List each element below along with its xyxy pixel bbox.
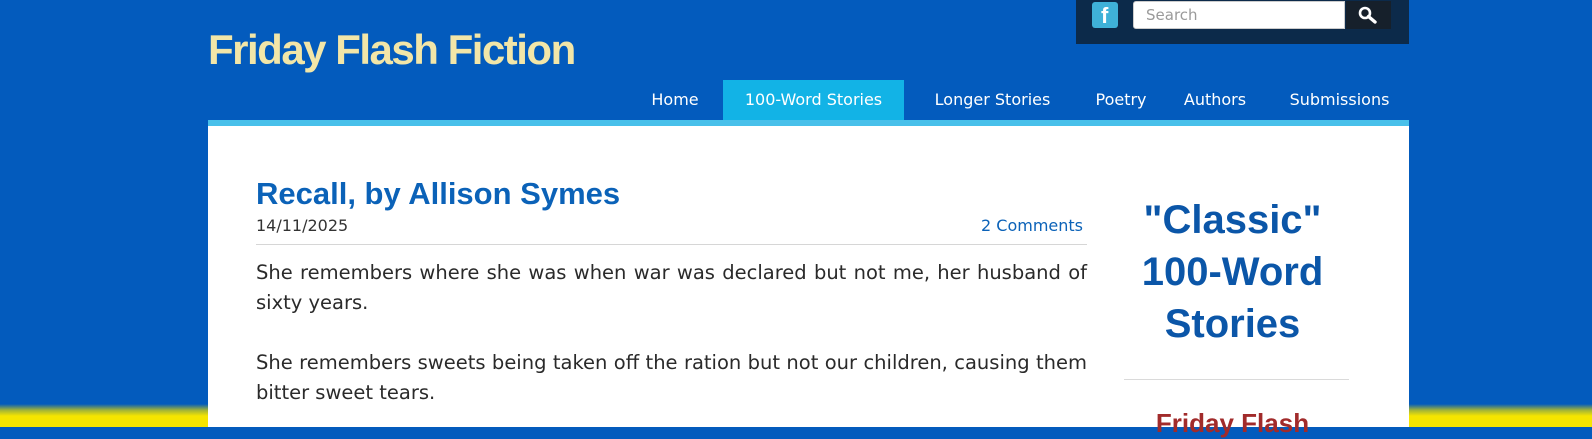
content-area: Recall, by Allison Symes 14/11/2025 2 Co… — [208, 126, 1409, 438]
sidebar-heading: "Classic" 100-Word Stories — [1141, 198, 1324, 346]
facebook-glyph: f — [1101, 3, 1109, 28]
site-title[interactable]: Friday Flash Fiction — [208, 26, 576, 74]
top-bar: f — [1076, 0, 1409, 44]
sidebar-divider — [1124, 379, 1349, 380]
nav-authors[interactable]: Authors — [1175, 80, 1255, 120]
nav-poetry[interactable]: Poetry — [1086, 80, 1156, 120]
magnifier-icon — [1358, 6, 1377, 24]
post-paragraph: She remembers where she was when war was… — [256, 261, 1087, 314]
post-date: 14/11/2025 — [256, 216, 349, 235]
sidebar-subheading: Friday Flash — [1155, 408, 1310, 438]
nav-longer-stories[interactable]: Longer Stories — [914, 80, 1071, 120]
comments-link[interactable]: 2 Comments — [981, 216, 1083, 235]
nav-100-word-stories[interactable]: 100-Word Stories — [723, 80, 904, 120]
nav-home[interactable]: Home — [640, 80, 710, 120]
facebook-icon[interactable]: f — [1092, 2, 1118, 28]
search-input[interactable] — [1133, 1, 1345, 29]
post-meta-divider — [256, 244, 1087, 245]
post-title[interactable]: Recall, by Allison Symes — [256, 176, 620, 212]
nav-submissions[interactable]: Submissions — [1282, 80, 1397, 120]
search-button[interactable] — [1346, 1, 1391, 29]
post-paragraph: She remembers sweets being taken off the… — [256, 351, 1087, 404]
